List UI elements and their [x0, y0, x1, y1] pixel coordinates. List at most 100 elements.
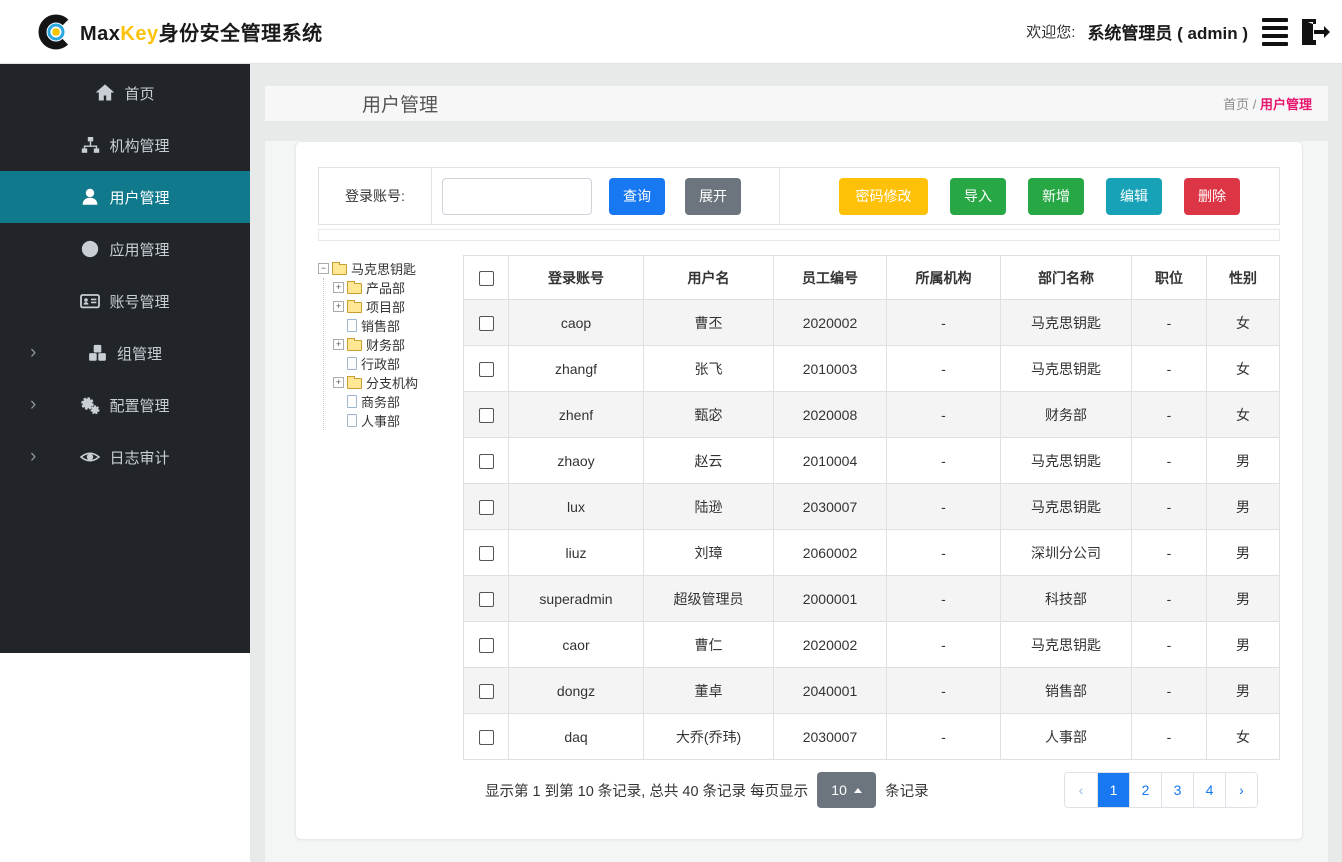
tree-node[interactable]: + 财务部: [333, 335, 463, 354]
action-buttons: 密码修改 导入 新增 编辑 删除: [839, 177, 1240, 215]
col-header-org: 所属机构: [886, 255, 1001, 300]
tree-node[interactable]: 销售部: [333, 316, 463, 335]
row-checkbox[interactable]: [478, 591, 494, 607]
row-checkbox[interactable]: [478, 315, 494, 331]
breadcrumb-home[interactable]: 首页: [1223, 97, 1249, 112]
tree-node[interactable]: 人事部: [333, 411, 463, 430]
page-header-bar: 用户管理 首页 / 用户管理: [265, 86, 1328, 121]
top-header: MaxKey身份安全管理系统 欢迎您: 系统管理员 ( admin ): [0, 0, 1342, 64]
sidebar-item-label: 组管理: [116, 345, 162, 363]
col-header-login: 登录账号: [508, 255, 644, 300]
import-button[interactable]: 导入: [950, 177, 1006, 215]
row-checkbox[interactable]: [478, 545, 494, 561]
folder-icon: [347, 300, 362, 313]
tree-node[interactable]: + 项目部: [333, 297, 463, 316]
row-checkbox[interactable]: [478, 499, 494, 515]
sitemap-icon: [80, 135, 100, 155]
sidebar-item-accounts[interactable]: 账号管理: [0, 275, 250, 327]
content-area: 用户管理 首页 / 用户管理 登录账号: 查询 展开 密码修改 导入 新增 编辑…: [250, 64, 1342, 862]
expand-plus-icon[interactable]: +: [333, 301, 344, 312]
sidebar-item-groups[interactable]: › 组管理: [0, 327, 250, 379]
login-account-input[interactable]: [442, 177, 592, 215]
tree-node[interactable]: + 产品部: [333, 278, 463, 297]
sidebar-item-users[interactable]: 用户管理: [0, 171, 250, 223]
table-row[interactable]: zhaoy 赵云 2010004- 马克思钥匙 - 男: [463, 437, 1280, 484]
sidebar-item-config[interactable]: › 配置管理: [0, 379, 250, 431]
chevron-right-icon: ›: [30, 342, 37, 364]
row-checkbox[interactable]: [478, 407, 494, 423]
expand-plus-icon[interactable]: +: [333, 377, 344, 388]
tree-node-label: 商务部: [361, 395, 401, 410]
collapse-minus-icon[interactable]: −: [318, 263, 329, 274]
table-row[interactable]: superadmin 超级管理员 2000001- 科技部 - 男: [463, 575, 1280, 622]
main-row: − 马克思钥匙 + 产品部 + 项目部 销售部 + 财务部 行政部 + 分支机构…: [318, 255, 1280, 808]
toolbar-divider: [779, 168, 780, 224]
open-folder-icon: [332, 262, 347, 275]
tree-node-label: 行政部: [361, 357, 401, 372]
page-button-2[interactable]: 2: [1129, 773, 1161, 807]
tree-node-root[interactable]: − 马克思钥匙: [318, 259, 463, 278]
tree-node[interactable]: 商务部: [333, 392, 463, 411]
expand-plus-icon[interactable]: +: [333, 339, 344, 350]
page-title: 用户管理: [362, 95, 439, 116]
col-header-name: 用户名: [643, 255, 774, 300]
prev-page-button[interactable]: ‹: [1065, 773, 1097, 807]
brand-title: MaxKey身份安全管理系统: [80, 23, 323, 45]
expand-button[interactable]: 展开: [685, 177, 741, 215]
current-user: 系统管理员 ( admin ): [1087, 24, 1248, 43]
table-row[interactable]: caop 曹丕 2020002- 马克思钥匙 - 女: [463, 299, 1280, 346]
sidebar-item-audit[interactable]: › 日志审计: [0, 431, 250, 483]
query-button[interactable]: 查询: [609, 177, 665, 215]
chevron-right-icon: ›: [30, 394, 37, 416]
row-checkbox[interactable]: [478, 637, 494, 653]
table-row[interactable]: dongz 董卓 2040001- 销售部 - 男: [463, 667, 1280, 714]
gears-icon: [80, 395, 100, 415]
row-checkbox[interactable]: [478, 729, 494, 745]
tree-node-label: 分支机构: [366, 376, 419, 391]
row-checkbox[interactable]: [478, 361, 494, 377]
select-all-checkbox[interactable]: [478, 270, 494, 286]
table-row[interactable]: zhenf 甄宓 2020008- 财务部 - 女: [463, 391, 1280, 438]
page-button-1[interactable]: 1: [1097, 773, 1129, 807]
edit-button[interactable]: 编辑: [1106, 177, 1162, 215]
menu-list-icon[interactable]: [1262, 17, 1292, 46]
per-page-value: 10: [831, 782, 847, 798]
delete-button[interactable]: 删除: [1184, 177, 1240, 215]
add-button[interactable]: 新增: [1028, 177, 1084, 215]
select-all-cell: [463, 255, 509, 300]
table-row[interactable]: caor 曹仁 2020002- 马克思钥匙 - 男: [463, 621, 1280, 668]
maxkey-logo-icon: [38, 14, 74, 49]
expand-plus-icon[interactable]: +: [333, 282, 344, 293]
sidebar-item-label: 应用管理: [109, 241, 170, 259]
home-icon: [95, 83, 115, 103]
table-row[interactable]: daq 大乔(乔玮) 2030007- 人事部 - 女: [463, 713, 1280, 760]
search-toolbar: 登录账号: 查询 展开 密码修改 导入 新增 编辑 删除: [318, 167, 1280, 225]
sidebar-item-org[interactable]: 机构管理: [0, 119, 250, 171]
file-icon: [347, 395, 357, 408]
change-password-button[interactable]: 密码修改: [839, 177, 928, 215]
folder-icon: [347, 376, 362, 389]
per-page-select[interactable]: 10: [817, 772, 877, 808]
brand-logo[interactable]: MaxKey身份安全管理系统: [36, 12, 323, 52]
sidebar-item-home[interactable]: 首页: [0, 67, 250, 119]
logout-icon[interactable]: [1296, 16, 1330, 48]
col-header-gender: 性别: [1206, 255, 1280, 300]
sidebar-item-apps[interactable]: 应用管理: [0, 223, 250, 275]
next-page-button[interactable]: ›: [1225, 773, 1257, 807]
row-checkbox[interactable]: [478, 453, 494, 469]
tree-node[interactable]: 行政部: [333, 354, 463, 373]
tree-node[interactable]: + 分支机构: [333, 373, 463, 392]
users-table: 登录账号 用户名 员工编号 所属机构 部门名称 职位 性别 caop 曹丕 20…: [463, 255, 1280, 760]
col-header-empno: 员工编号: [773, 255, 887, 300]
page-selector: ‹ 1 2 3 4 ›: [1064, 772, 1258, 808]
page-button-3[interactable]: 3: [1161, 773, 1193, 807]
page-button-4[interactable]: 4: [1193, 773, 1225, 807]
row-checkbox[interactable]: [478, 683, 494, 699]
header-right: 欢迎您: 系统管理员 ( admin ): [1026, 16, 1332, 48]
table-row[interactable]: zhangf 张飞 2010003- 马克思钥匙 - 女: [463, 345, 1280, 392]
user-icon: [80, 187, 100, 207]
globe-icon: [80, 239, 100, 259]
table-row[interactable]: lux 陆逊 2030007- 马克思钥匙 - 男: [463, 483, 1280, 530]
table-row[interactable]: liuz 刘璋 2060002- 深圳分公司 - 男: [463, 529, 1280, 576]
org-tree: − 马克思钥匙 + 产品部 + 项目部 销售部 + 财务部 行政部 + 分支机构…: [318, 255, 463, 808]
